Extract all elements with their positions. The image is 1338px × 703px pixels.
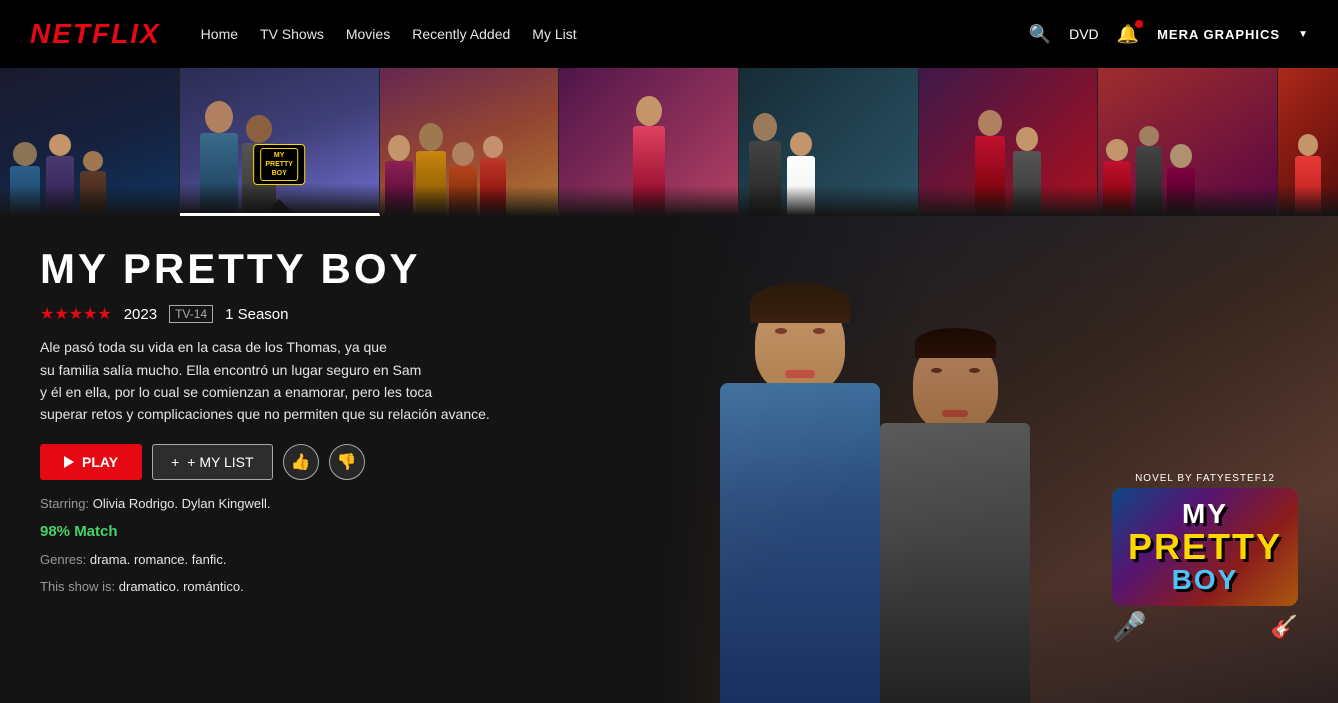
- match-percent: 98% Match: [40, 523, 620, 540]
- search-icon[interactable]: 🔍: [1029, 24, 1051, 45]
- chevron-down-icon[interactable]: ▼: [1298, 29, 1308, 40]
- show-is-row: This show is: dramatico. romántico.: [40, 579, 620, 594]
- logo-pretty: PRETTY: [1128, 526, 1282, 568]
- thumbnail-2[interactable]: [380, 68, 560, 216]
- notification-badge: [1135, 20, 1143, 28]
- thumbs-down-button[interactable]: 👎: [329, 444, 365, 480]
- starring-names: Olivia Rodrigo. Dylan Kingwell.: [93, 496, 271, 511]
- user-name[interactable]: MERA GRAPHICS: [1157, 27, 1280, 42]
- notification-bell[interactable]: 🔔: [1117, 24, 1139, 45]
- thumbnail-4[interactable]: [739, 68, 919, 216]
- nav-item-home[interactable]: Home: [201, 26, 238, 42]
- thumbnail-0[interactable]: [0, 68, 180, 216]
- play-button[interactable]: PLAY: [40, 444, 142, 480]
- logo-boy: BOY: [1128, 564, 1282, 596]
- nav-item-tvshows[interactable]: TV Shows: [260, 26, 324, 42]
- genres-values: drama. romance. fanfic.: [90, 552, 227, 567]
- mpb-thumbnail-label: MY PRETTY BOY: [253, 144, 305, 185]
- show-logo-overlay: NOVEL BY FATYESTEF12 MY PRETTY BOY 🎤 🎸: [1112, 473, 1298, 643]
- showis-values: dramatico. romántico.: [119, 579, 244, 594]
- navbar: NETFLIX Home TV Shows Movies Recently Ad…: [0, 0, 1338, 68]
- active-indicator: [180, 199, 379, 213]
- nav-item-recently-added[interactable]: Recently Added: [412, 26, 510, 42]
- show-title: MY PRETTY BOY: [40, 246, 620, 292]
- nav-right: 🔍 DVD 🔔 MERA GRAPHICS ▼: [1029, 24, 1308, 45]
- showis-label: This show is:: [40, 579, 115, 594]
- thumbs-up-button[interactable]: 👍: [283, 444, 319, 480]
- nav-links: Home TV Shows Movies Recently Added My L…: [201, 26, 577, 42]
- starring-row: Starring: Olivia Rodrigo. Dylan Kingwell…: [40, 496, 620, 511]
- nav-item-mylist[interactable]: My List: [532, 26, 576, 42]
- thumbnail-strip: MY PRETTY BOY: [0, 68, 1338, 216]
- thumbnail-7[interactable]: [1278, 68, 1338, 216]
- content-rating-badge: TV-14: [169, 305, 213, 323]
- season-count: 1 Season: [225, 306, 288, 323]
- microphone-icon: 🎤: [1112, 610, 1147, 643]
- character-male: [880, 336, 1030, 703]
- dvd-link[interactable]: DVD: [1069, 26, 1099, 42]
- netflix-logo[interactable]: NETFLIX: [30, 18, 161, 50]
- mylist-button[interactable]: + + MY LIST: [152, 444, 272, 480]
- plus-icon: +: [171, 454, 179, 470]
- thumbs-down-icon: 👎: [337, 452, 357, 472]
- thumbnail-3[interactable]: [559, 68, 739, 216]
- genres-row: Genres: drama. romance. fanfic.: [40, 552, 620, 567]
- star-rating: ★★★★★: [40, 304, 112, 324]
- play-icon: [64, 456, 74, 468]
- action-row: PLAY + + MY LIST 👍 👎: [40, 444, 620, 480]
- genres-label: Genres:: [40, 552, 86, 567]
- logo-novel-by-text: NOVEL BY FATYESTEF12: [1112, 473, 1298, 484]
- thumbnail-6[interactable]: [1098, 68, 1278, 216]
- hero-image-area: NOVEL BY FATYESTEF12 MY PRETTY BOY 🎤 🎸: [660, 216, 1338, 703]
- meta-row: ★★★★★ 2023 TV-14 1 Season: [40, 304, 620, 324]
- character-female: [720, 293, 880, 703]
- thumbs-up-icon: 👍: [291, 452, 311, 472]
- starring-label: Starring:: [40, 496, 89, 511]
- show-details: MY PRETTY BOY ★★★★★ 2023 TV-14 1 Season …: [0, 216, 660, 703]
- release-year: 2023: [124, 306, 157, 323]
- thumbnail-1-active[interactable]: MY PRETTY BOY: [180, 68, 380, 216]
- thumbnail-5[interactable]: [919, 68, 1099, 216]
- nav-item-movies[interactable]: Movies: [346, 26, 390, 42]
- main-content: MY PRETTY BOY ★★★★★ 2023 TV-14 1 Season …: [0, 216, 1338, 703]
- show-description: Ale pasó toda su vida en la casa de los …: [40, 336, 540, 426]
- guitar-icon: 🎸: [1271, 614, 1298, 640]
